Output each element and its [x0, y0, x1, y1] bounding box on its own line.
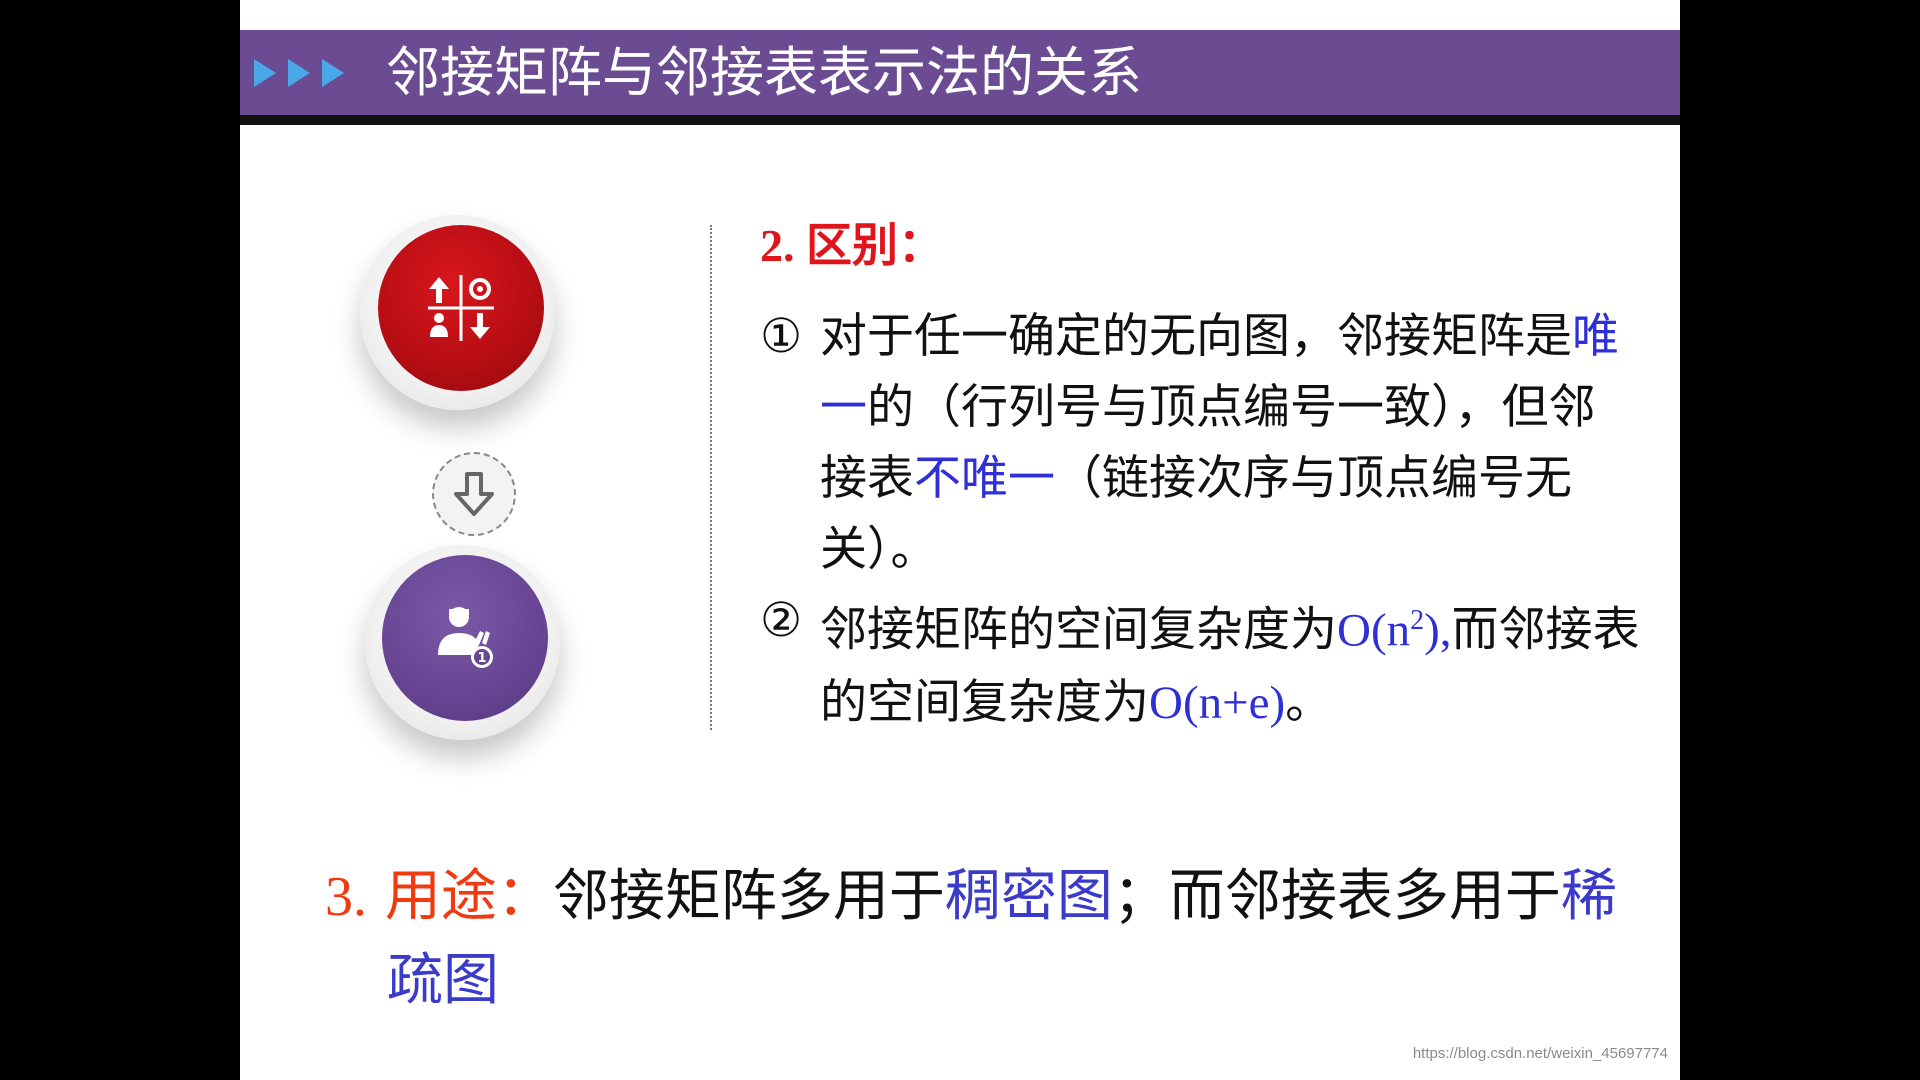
award-person-icon: 1: [382, 555, 548, 721]
item1-text-b: 的（行列号与顶点编号一致），: [867, 380, 1502, 435]
dotted-divider: [710, 225, 712, 730]
item2-matrix-complexity-exp: 2: [1410, 605, 1425, 636]
section3-usage: 3. 用途：邻接矩阵多用于稠密图；而邻接表多用于稀 疏图: [325, 855, 1645, 1023]
difference-item-1: ① 对于任一确定的无向图，邻接矩阵是唯一的（行列号与顶点编号一致），但邻接表不唯…: [760, 301, 1640, 585]
arrow-down-circle-icon: [432, 452, 516, 536]
item2-list-complexity: O(n+e): [1149, 676, 1286, 729]
usage-label-text: 用途：: [384, 864, 553, 929]
usage-sparse-graph-b: 疏图: [387, 948, 499, 1013]
usage-dense-graph: 稠密图: [944, 864, 1113, 929]
difference-item-2: ② 邻接矩阵的空间复杂度为O(n2),而邻接表的空间复杂度为O(n+e)。: [760, 585, 1640, 739]
section2-heading-text: 区别：: [806, 218, 944, 272]
section2-heading: 2. 区别：: [760, 210, 1640, 281]
usage-label: 3. 用途：: [325, 864, 553, 929]
item2-matrix-complexity-a: O(n: [1337, 604, 1411, 657]
item2-text-a: 邻接矩阵的空间复杂度为: [820, 602, 1337, 658]
usage-text-a: 邻接矩阵多用于: [552, 864, 945, 929]
section2-block: 2. 区别： ① 对于任一确定的无向图，邻接矩阵是唯一的（行列号与顶点编号一致）…: [760, 210, 1640, 739]
usage-text-b: ；而邻接表多用于: [1112, 864, 1561, 929]
item1-number: ①: [760, 309, 803, 364]
item2-number: ②: [760, 593, 803, 648]
usage-label-num: 3.: [325, 866, 367, 928]
watermark: https://blog.csdn.net/weixin_45697774: [1412, 1045, 1668, 1062]
usage-line-1: 3. 用途：邻接矩阵多用于稠密图；而邻接表多用于稀: [325, 855, 1645, 939]
item1-highlight-not-unique: 不唯一: [914, 451, 1055, 506]
svg-text:1: 1: [477, 651, 486, 666]
section2-heading-num: 2.: [760, 220, 795, 271]
slide-title: 邻接矩阵与邻接表表示法的关系: [386, 41, 1142, 104]
usage-line-2: 疏图: [325, 939, 1645, 1023]
slide: 邻接矩阵与邻接表表示法的关系 1 2. 区别： ① 对于任一确定的无向图，邻接矩…: [240, 0, 1680, 1080]
usage-sparse-graph-a: 稀: [1560, 864, 1617, 929]
title-bar: 邻接矩阵与邻接表表示法的关系: [240, 30, 1680, 125]
item2-text-c: 。: [1285, 674, 1333, 730]
item2-matrix-complexity-b: ),: [1424, 604, 1452, 657]
title-arrows-icon: [254, 30, 344, 115]
item1-text-a: 对于任一确定的无向图，邻接矩阵是: [820, 309, 1572, 364]
process-flow-icon: [378, 225, 544, 391]
